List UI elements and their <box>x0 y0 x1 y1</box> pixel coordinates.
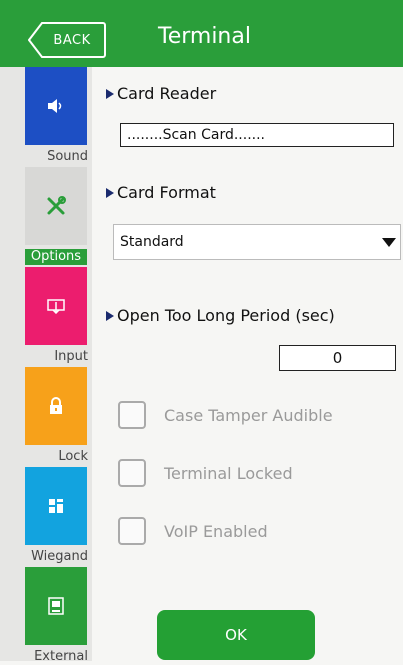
case-tamper-audible-row[interactable]: Case Tamper Audible <box>118 399 333 431</box>
terminal-locked-row[interactable]: Terminal Locked <box>118 457 293 489</box>
voip-enabled-checkbox[interactable] <box>118 517 146 545</box>
back-button-label: BACK <box>53 32 91 48</box>
case-tamper-audible-checkbox[interactable] <box>118 401 146 429</box>
sidebar-item-label: Options <box>25 249 87 265</box>
sound-tile[interactable] <box>25 67 87 145</box>
input-icon <box>47 299 65 314</box>
voip-enabled-row[interactable]: VoIP Enabled <box>118 515 268 547</box>
open-too-long-label: Open Too Long Period (sec) <box>106 306 335 325</box>
card-format-selected: Standard <box>120 234 184 250</box>
sidebar-item-label: Lock <box>58 449 88 464</box>
lock-icon <box>50 397 62 414</box>
terminal-locked-label: Terminal Locked <box>164 463 293 483</box>
wiegand-icon <box>49 499 63 513</box>
card-format-label-text: Card Format <box>117 183 216 202</box>
open-too-long-input[interactable]: 0 <box>279 345 396 371</box>
wiegand-tile[interactable] <box>25 467 87 545</box>
case-tamper-audible-label: Case Tamper Audible <box>164 405 333 425</box>
sidebar-item-label: Input <box>54 349 88 364</box>
card-reader-label-text: Card Reader <box>117 84 217 103</box>
terminal-locked-checkbox[interactable] <box>118 459 146 487</box>
card-format-select[interactable]: Standard <box>113 224 401 260</box>
input-tile[interactable] <box>25 267 87 345</box>
back-button[interactable]: BACK <box>28 22 106 58</box>
sidebar: Sound Options Input Lock Wiegand Externa… <box>0 67 92 664</box>
ok-button-label: OK <box>225 626 247 644</box>
external-icon <box>48 597 64 615</box>
options-tile[interactable] <box>25 167 87 245</box>
ok-button[interactable]: OK <box>157 610 315 660</box>
external-tile[interactable] <box>25 567 87 645</box>
header-bar: BACK Terminal <box>0 0 403 67</box>
voip-enabled-label: VoIP Enabled <box>164 521 268 541</box>
scan-card-field[interactable]: ........Scan Card....... <box>120 123 394 147</box>
dropdown-caret-icon <box>382 238 396 247</box>
card-format-label: Card Format <box>106 183 216 202</box>
sidebar-item-label: Wiegand <box>31 549 88 564</box>
tools-icon <box>47 196 66 215</box>
sidebar-item-label: External <box>34 649 88 664</box>
lock-tile[interactable] <box>25 367 87 445</box>
speaker-icon <box>48 99 62 113</box>
scan-card-value: ........Scan Card....... <box>127 127 265 143</box>
card-reader-label: Card Reader <box>106 84 216 103</box>
triangle-bullet-icon <box>106 187 114 198</box>
triangle-bullet-icon <box>106 88 114 99</box>
open-too-long-value: 0 <box>332 349 343 367</box>
page-title: Terminal <box>158 24 251 49</box>
sidebar-item-label: Sound <box>47 149 88 164</box>
triangle-bullet-icon <box>106 310 114 321</box>
open-too-long-label-text: Open Too Long Period (sec) <box>117 306 335 325</box>
